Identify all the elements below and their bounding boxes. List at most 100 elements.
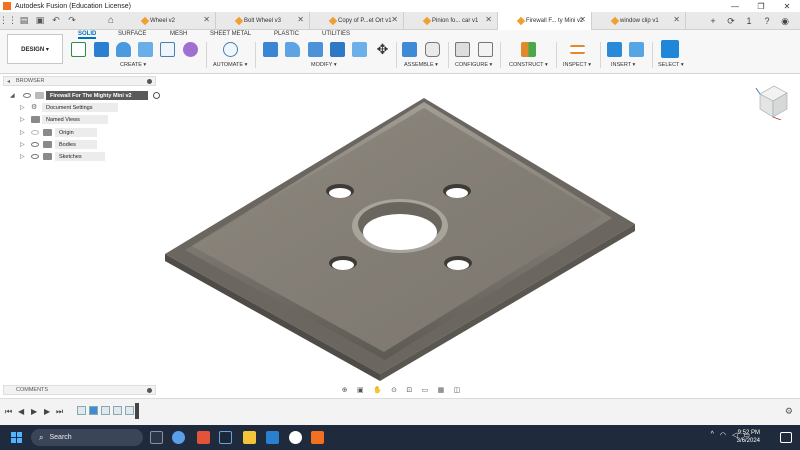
close-tab-icon[interactable]: ✕ <box>297 15 304 24</box>
sync-icon[interactable]: ⟳ <box>722 16 740 27</box>
display-settings-icon[interactable]: ▭ <box>422 386 429 394</box>
move-icon[interactable]: ✥ <box>375 42 390 57</box>
orbit-icon[interactable]: ⊕ <box>342 386 348 394</box>
pan-hand-icon[interactable]: ✋ <box>373 386 382 394</box>
notifications-icon[interactable] <box>780 432 792 443</box>
rectangular-pattern-icon[interactable] <box>160 42 175 57</box>
tab-plastic[interactable]: PLASTIC <box>274 31 299 37</box>
press-pull-icon[interactable] <box>263 42 278 57</box>
create-form-icon[interactable] <box>183 42 198 57</box>
windows-start-icon[interactable] <box>11 432 22 443</box>
minimize-button[interactable]: — <box>722 0 748 12</box>
brave-browser-icon[interactable] <box>197 431 210 444</box>
extrude-icon[interactable] <box>94 42 109 57</box>
tab-mesh[interactable]: MESH <box>170 31 187 37</box>
insert-image-icon[interactable] <box>629 42 644 57</box>
expand-triangle-icon[interactable]: ▷ <box>20 116 25 123</box>
maximize-button[interactable]: ❐ <box>748 0 774 12</box>
tab-solid[interactable]: SOLID <box>78 31 97 39</box>
model-viewport[interactable] <box>0 74 800 394</box>
tab-sheet-metal[interactable]: SHEET METAL <box>210 31 251 37</box>
tab-wheel[interactable]: Wheel v2 ✕ <box>122 12 216 30</box>
close-tab-icon[interactable]: ✕ <box>391 15 398 24</box>
chamfer-icon[interactable] <box>308 42 323 57</box>
configure-menu[interactable]: CONFIGURE ▾ <box>455 62 492 68</box>
home-icon[interactable]: ⌂ <box>108 15 114 26</box>
new-tab-plus-icon[interactable]: + <box>704 16 722 26</box>
comments-panel-header[interactable]: COMMENTS <box>3 385 156 395</box>
timeline-hole-feature[interactable] <box>125 406 134 415</box>
visibility-eye-icon[interactable] <box>23 93 31 98</box>
taskbar-clock[interactable]: 9:52 PM 3/6/2024 <box>737 429 760 445</box>
close-tab-icon[interactable]: ✕ <box>673 15 680 24</box>
expand-triangle-icon[interactable]: ▷ <box>20 141 25 148</box>
tab-bolt-wheel[interactable]: Bolt Wheel v3 ✕ <box>216 12 310 30</box>
assemble-menu[interactable]: ASSEMBLE ▾ <box>404 62 438 68</box>
grid-snaps-icon[interactable]: ▦ <box>438 386 445 394</box>
timeline-last-icon[interactable]: ⏭ <box>56 407 63 417</box>
undo-icon[interactable]: ↶ <box>48 12 64 30</box>
tab-copy-of-pet[interactable]: Copy of P...et Ort v1 ✕ <box>310 12 404 30</box>
modify-menu[interactable]: MODIFY ▾ <box>311 62 337 68</box>
browser-app-icon[interactable] <box>289 431 302 444</box>
save-icon[interactable]: ▣ <box>32 12 48 30</box>
construct-menu[interactable]: CONSTRUCT ▾ <box>509 62 548 68</box>
select-menu[interactable]: SELECT ▾ <box>658 62 684 68</box>
expand-triangle-icon[interactable]: ▷ <box>20 129 25 136</box>
offset-plane-icon[interactable] <box>521 42 536 57</box>
pin-icon[interactable] <box>147 78 152 84</box>
hidden-eye-icon[interactable] <box>31 130 39 135</box>
insert-menu[interactable]: INSERT ▾ <box>611 62 635 68</box>
create-menu[interactable]: CREATE ▾ <box>120 62 146 68</box>
create-sketch-icon[interactable] <box>71 42 86 57</box>
shell-icon[interactable] <box>330 42 345 57</box>
timeline-sketch-feature[interactable] <box>77 406 86 415</box>
account-icon[interactable]: ◉ <box>776 16 794 27</box>
tab-firewall[interactable]: Firewall F... ty Mini v2 ✕ <box>498 12 592 30</box>
app-icon[interactable] <box>266 431 279 444</box>
inspect-menu[interactable]: INSPECT ▾ <box>563 62 591 68</box>
steam-icon[interactable] <box>219 431 232 444</box>
timeline-extrude-feature[interactable] <box>89 406 98 415</box>
activate-radio-icon[interactable] <box>153 92 160 99</box>
insert-derive-icon[interactable] <box>607 42 622 57</box>
data-panel-grid-icon[interactable]: ⋮⋮ <box>0 12 17 30</box>
new-component-icon[interactable] <box>402 42 417 57</box>
pin-icon[interactable] <box>147 387 152 393</box>
close-tab-icon[interactable]: ✕ <box>579 15 586 24</box>
timeline-first-icon[interactable]: ⏮ <box>5 407 12 417</box>
fit-icon[interactable]: ⊡ <box>406 386 412 394</box>
timeline-next-icon[interactable]: ▶ <box>44 407 50 416</box>
help-icon[interactable]: ? <box>758 16 776 26</box>
timeline-marker[interactable] <box>135 403 139 419</box>
timeline-play-icon[interactable]: ▶ <box>31 407 37 416</box>
visibility-eye-icon[interactable] <box>31 154 39 159</box>
tab-utilities[interactable]: UTILITIES <box>322 31 350 37</box>
timeline-prev-icon[interactable]: ◀ <box>18 407 24 416</box>
zoom-icon[interactable]: ⊙ <box>391 386 397 394</box>
select-icon[interactable] <box>661 40 679 58</box>
measure-icon[interactable] <box>570 45 585 54</box>
browser-panel-header[interactable]: ◂ BROWSER <box>3 76 156 86</box>
collapse-icon[interactable]: ◂ <box>7 78 10 85</box>
taskbar-search[interactable]: ⌕ Search <box>31 429 143 446</box>
configuration-table-icon[interactable] <box>478 42 493 57</box>
look-at-icon[interactable]: ▣ <box>357 386 364 394</box>
job-status-count[interactable]: 1 <box>740 16 758 26</box>
tab-window-clip[interactable]: window clip v1 ✕ <box>592 12 686 30</box>
workspace-switcher-button[interactable]: DESIGN ▾ <box>7 34 63 64</box>
close-tab-icon[interactable]: ✕ <box>485 15 492 24</box>
timeline-sketch-feature[interactable] <box>101 406 110 415</box>
viewcube[interactable] <box>754 80 790 120</box>
fusion-taskbar-icon[interactable] <box>311 431 324 444</box>
3d-canvas[interactable] <box>0 74 800 394</box>
expand-triangle-icon[interactable]: ▷ <box>20 153 25 160</box>
task-view-icon[interactable] <box>150 431 163 444</box>
close-button[interactable]: ✕ <box>774 0 800 12</box>
file-explorer-icon[interactable] <box>243 431 256 444</box>
tab-surface[interactable]: SURFACE <box>118 31 146 37</box>
visibility-eye-icon[interactable] <box>31 142 39 147</box>
expand-triangle-icon[interactable]: ▷ <box>20 104 25 111</box>
automate-icon[interactable] <box>223 42 238 57</box>
file-menu-icon[interactable]: ▤ <box>16 12 32 30</box>
